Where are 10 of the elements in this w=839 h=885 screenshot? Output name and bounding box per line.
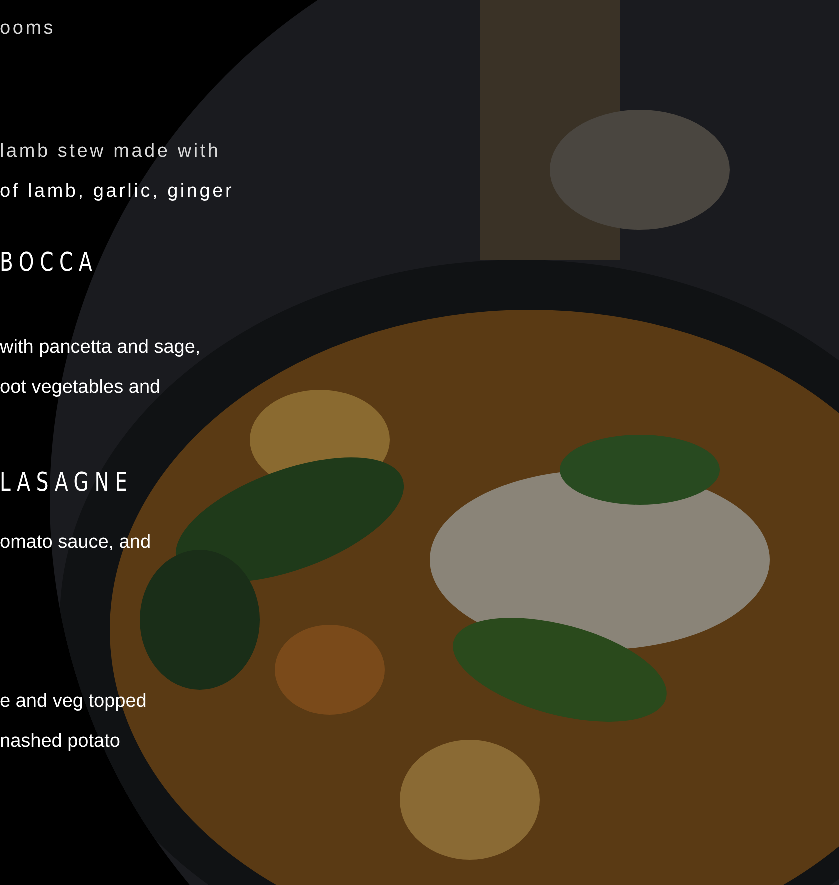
- dish-title: LASAGNE: [0, 467, 134, 500]
- dish-description: ooms: [0, 17, 56, 41]
- dish-description: with pancetta and sage,: [0, 336, 201, 360]
- dish-description: nashed potato: [0, 730, 120, 754]
- dish-title: BOCCA: [0, 247, 98, 280]
- dish-description: lamb stew made with: [0, 140, 221, 164]
- dish-description: e and veg topped: [0, 690, 147, 714]
- dish-description: oot vegetables and: [0, 376, 161, 400]
- dish-description: omato sauce, and: [0, 531, 152, 555]
- dish-description: of lamb, garlic, ginger: [0, 180, 234, 204]
